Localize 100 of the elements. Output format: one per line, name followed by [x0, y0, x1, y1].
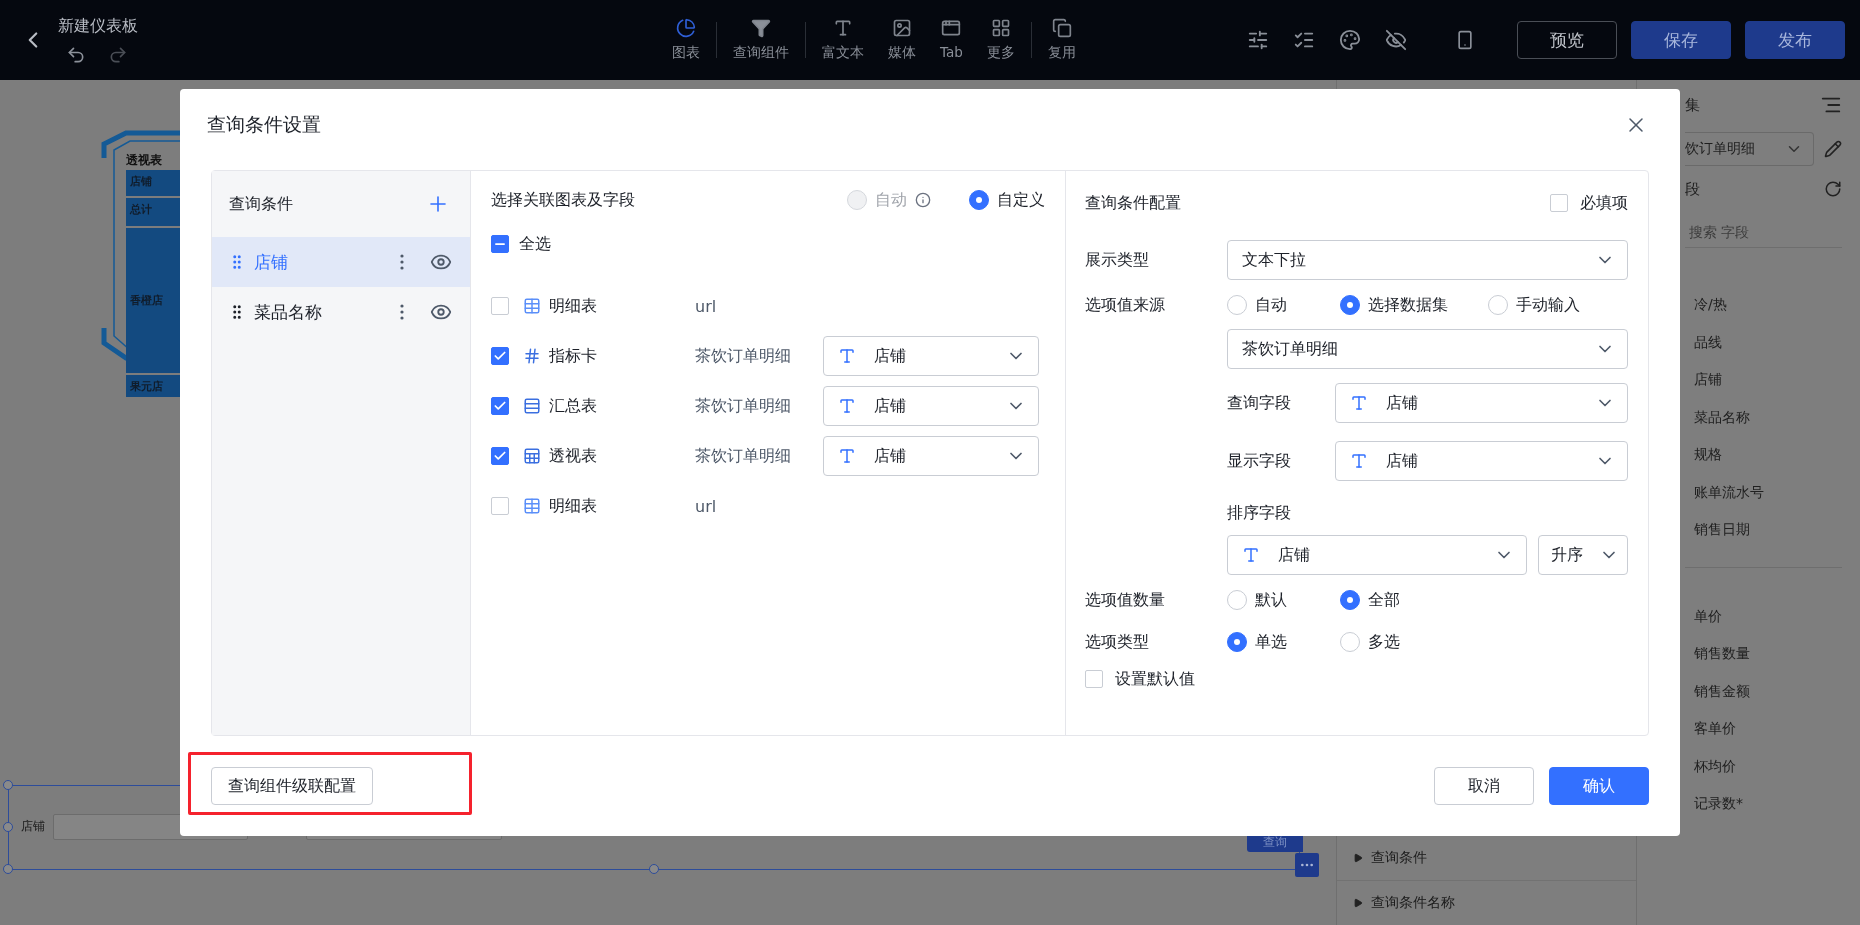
sort-order-select[interactable]: 升序 [1538, 535, 1628, 575]
grid-icon [990, 18, 1011, 38]
checkbox-label: 必填项 [1580, 192, 1628, 214]
field-item[interactable]: 规格 [1685, 436, 1842, 474]
expand-triangle-icon [1353, 853, 1363, 863]
radio-button[interactable] [1227, 632, 1247, 652]
radio-button[interactable] [1340, 590, 1360, 610]
radio-button[interactable] [1340, 632, 1360, 652]
more-icon[interactable] [400, 304, 404, 320]
toolbar-tool[interactable]: Tab [928, 18, 975, 62]
sliders-icon[interactable] [1247, 29, 1269, 51]
redo-icon[interactable] [108, 44, 128, 65]
radio-button[interactable] [969, 190, 989, 210]
chart-name: 明细表 [549, 495, 598, 517]
section-label: 段 [1685, 179, 1700, 199]
info-icon [915, 192, 931, 208]
field-label: 选项值来源 [1085, 294, 1166, 316]
checkbox[interactable] [1550, 194, 1568, 212]
checkbox[interactable] [491, 347, 509, 365]
radio-button[interactable] [1340, 295, 1360, 315]
dataset-name: 饮订单明细 [1685, 140, 1755, 158]
field-label: 查询字段 [1227, 392, 1292, 414]
field-item[interactable]: 销售数量 [1685, 635, 1842, 673]
field-label: 展示类型 [1085, 249, 1150, 271]
dataset-name: url [695, 296, 718, 316]
checkbox[interactable] [491, 447, 509, 465]
toolbar-button[interactable]: 预览 [1517, 21, 1617, 59]
cascade-config-button[interactable]: 查询组件级联配置 [211, 767, 373, 805]
edit-icon[interactable] [1824, 140, 1842, 158]
field-item[interactable]: 杯均价 [1685, 747, 1842, 785]
toolbar-button[interactable]: 保存 [1631, 21, 1731, 59]
field-select[interactable]: 店铺 [1335, 441, 1628, 481]
toolbar-tool[interactable]: 媒体 [876, 18, 928, 62]
option-label: 单选 [1255, 631, 1287, 653]
condition-item[interactable]: 店铺 [212, 237, 470, 287]
toolbar-tool[interactable]: 查询组件 [721, 18, 801, 62]
toolbar-tool[interactable]: 复用 [1035, 18, 1088, 62]
field-item[interactable]: 品线 [1685, 323, 1842, 361]
option-label: 默认 [1255, 589, 1287, 611]
checkbox[interactable] [491, 497, 509, 515]
display-type-select[interactable]: 文本下拉 [1227, 240, 1628, 280]
field-item[interactable]: 冷/热 [1685, 286, 1842, 324]
option-label: 选择数据集 [1368, 294, 1448, 316]
field-item[interactable]: 销售金额 [1685, 672, 1842, 710]
field-label: 选项类型 [1085, 631, 1150, 653]
phone-icon[interactable] [1455, 30, 1475, 50]
resize-handle[interactable] [3, 864, 13, 874]
toolbar-button[interactable]: 发布 [1745, 21, 1845, 59]
column-header: 查询条件配置 [1085, 192, 1181, 214]
check-icon [493, 399, 507, 413]
section-label: 查询条件 [1371, 849, 1427, 867]
toolbar-tool[interactable]: 更多 [974, 18, 1027, 62]
field-select[interactable]: 店铺 [1335, 383, 1628, 423]
dataset-name: 茶饮订单明细 [695, 395, 792, 417]
field-select[interactable]: 店铺 [823, 336, 1039, 376]
dataset-select[interactable]: 茶饮订单明细 [1227, 329, 1628, 369]
toolbar-tool[interactable]: 图表 [660, 18, 712, 62]
field-item[interactable]: 销售日期 [1685, 511, 1842, 549]
checkbox-label: 全选 [519, 233, 551, 255]
confirm-button[interactable]: 确认 [1549, 767, 1649, 805]
table-cell: 果元店 [126, 375, 182, 397]
field-item[interactable]: 菜品名称 [1685, 398, 1842, 436]
field-item[interactable]: 记录数* [1685, 785, 1842, 823]
table-cell: 店铺 [126, 170, 182, 196]
search-field[interactable]: 搜索 字段 [1685, 218, 1842, 248]
table-cell: 香橙店 [126, 228, 182, 373]
radio-button[interactable] [1488, 295, 1508, 315]
toolbar-tool[interactable]: 富文本 [810, 18, 876, 62]
checkbox[interactable] [491, 297, 509, 315]
resize-handle[interactable] [3, 822, 13, 832]
eye-off-icon[interactable] [1385, 29, 1407, 51]
palette-icon[interactable] [1339, 29, 1361, 51]
field-item[interactable]: 账单流水号 [1685, 473, 1842, 511]
field-label: 显示字段 [1227, 450, 1292, 472]
option-label: 手动输入 [1516, 294, 1580, 316]
dataset-name: url [695, 496, 718, 516]
radio-button[interactable] [1227, 295, 1247, 315]
radio-button[interactable] [1227, 590, 1247, 610]
more-button[interactable] [1295, 853, 1319, 877]
checkbox[interactable] [1085, 670, 1103, 688]
resize-handle[interactable] [3, 780, 13, 790]
condition-item[interactable]: 菜品名称 [212, 287, 470, 337]
field-label: 选项值数量 [1085, 589, 1166, 611]
field-select[interactable]: 店铺 [823, 436, 1039, 476]
dataset-dropdown[interactable]: 饮订单明细 [1685, 132, 1814, 166]
text-type-icon [838, 347, 856, 365]
table-icon [523, 297, 541, 315]
checkbox[interactable] [491, 397, 509, 415]
text-type-icon [1242, 546, 1260, 564]
field-item[interactable]: 客单价 [1685, 710, 1842, 748]
field-item[interactable]: 单价 [1685, 597, 1842, 635]
more-icon[interactable] [400, 254, 404, 270]
field-select[interactable]: 店铺 [823, 386, 1039, 426]
undo-icon[interactable] [66, 44, 86, 65]
resize-handle[interactable] [649, 864, 659, 874]
checkbox[interactable] [491, 235, 509, 253]
cancel-button[interactable]: 取消 [1434, 767, 1534, 805]
refresh-icon[interactable] [1824, 180, 1842, 198]
field-item[interactable]: 店铺 [1685, 361, 1842, 399]
field-select[interactable]: 店铺 [1227, 535, 1527, 575]
